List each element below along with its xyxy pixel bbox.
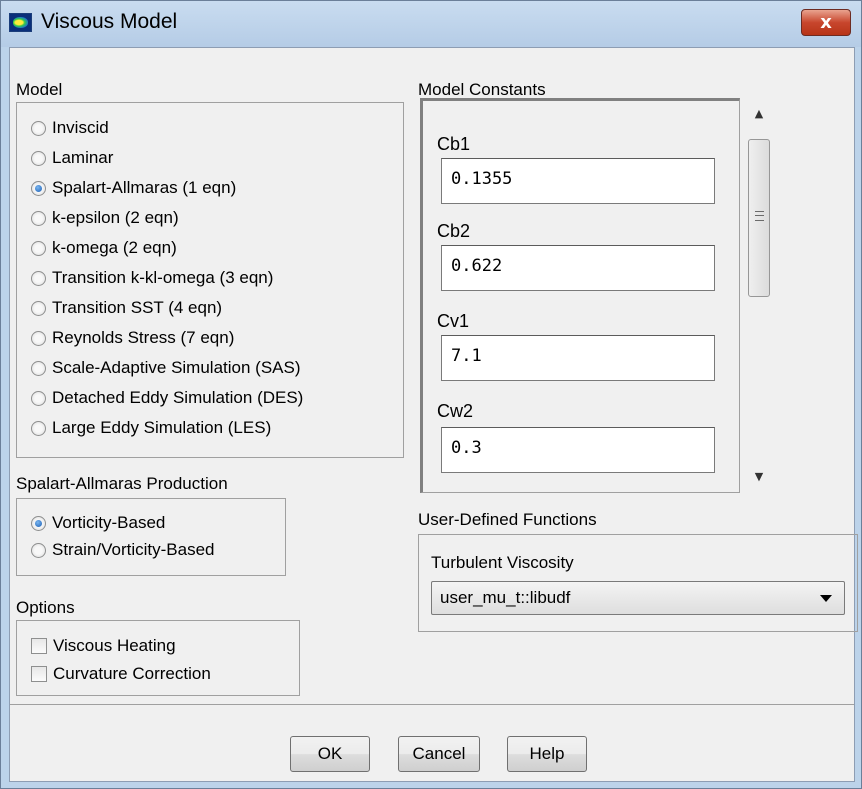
radio-option-strain-vorticity-based[interactable]: Strain/Vorticity-Based [31,539,215,561]
radio-icon[interactable] [31,300,46,316]
constant-label-cb1: Cb1 [437,134,471,154]
radio-label: Strain/Vorticity-Based [52,540,215,559]
production-group-label: Spalart-Allmaras Production [16,474,228,493]
radio-label: Reynolds Stress (7 eqn) [52,328,235,347]
checkbox-label: Curvature Correction [53,664,211,683]
radio-icon[interactable] [31,120,46,136]
window-title: Viscous Model [41,10,178,33]
radio-label: k-omega (2 eqn) [52,238,177,257]
model-constants-label: Model Constants [418,80,546,99]
radio-label: Inviscid [52,118,109,137]
radio-option-detached-eddy-simulation-des[interactable]: Detached Eddy Simulation (DES) [31,387,303,409]
radio-icon[interactable] [31,240,46,256]
help-button[interactable]: Help [507,736,587,772]
checkbox-icon[interactable] [31,638,47,654]
radio-label: Spalart-Allmaras (1 eqn) [52,178,237,197]
options-group-label: Options [16,598,75,617]
radio-label: Transition k-kl-omega (3 eqn) [52,268,274,287]
options-group: Viscous Heating Curvature Correction [16,620,300,696]
radio-option-reynolds-stress-7-eqn[interactable]: Reynolds Stress (7 eqn) [31,327,234,349]
scroll-grip-icon [755,211,764,221]
radio-label: Transition SST (4 eqn) [52,298,223,317]
scroll-up-icon[interactable]: ▲ [744,99,774,129]
radio-label: Detached Eddy Simulation (DES) [52,388,304,407]
close-icon: x [820,12,832,33]
radio-option-inviscid[interactable]: Inviscid [31,117,109,139]
radio-icon[interactable] [31,330,46,346]
model-constants-panel: Cb1 0.1355 Cb2 0.622 Cv1 7.1 Cw2 0.3 [420,98,740,493]
radio-option-vorticity-based[interactable]: Vorticity-Based [31,512,165,534]
radio-icon[interactable] [31,180,46,196]
turbulent-viscosity-value: user_mu_t::libudf [440,588,571,607]
viscous-model-dialog: Viscous Model x Model Inviscid Laminar Spa… [0,0,862,789]
radio-label: Scale-Adaptive Simulation (SAS) [52,358,301,377]
model-group: Inviscid Laminar Spalart-Allmaras (1 eqn) k… [16,102,404,458]
app-icon [9,13,32,32]
scroll-down-icon[interactable]: ▼ [744,462,774,492]
radio-icon[interactable] [31,420,46,436]
scroll-thumb[interactable] [748,139,770,297]
radio-icon[interactable] [31,270,46,286]
constant-input-cv1[interactable]: 7.1 [441,335,715,381]
radio-icon[interactable] [31,515,46,531]
radio-option-scale-adaptive-simulation-sas[interactable]: Scale-Adaptive Simulation (SAS) [31,357,301,379]
udf-group: Turbulent Viscosity user_mu_t::libudf [418,534,858,632]
close-button[interactable]: x [801,9,851,36]
chevron-down-icon [820,595,832,602]
cancel-button[interactable]: Cancel [398,736,480,772]
radio-icon[interactable] [31,210,46,226]
constant-input-cb2[interactable]: 0.622 [441,245,715,291]
radio-label: Laminar [52,148,114,167]
radio-label: k-epsilon (2 eqn) [52,208,179,227]
radio-option-spalart-allmaras-1-eqn[interactable]: Spalart-Allmaras (1 eqn) [31,177,236,199]
title-bar: Viscous Model x [1,1,861,47]
radio-option-k-omega-2-eqn[interactable]: k-omega (2 eqn) [31,237,177,259]
checkbox-icon[interactable] [31,666,47,682]
constant-label-cb2: Cb2 [437,221,471,241]
ok-button[interactable]: OK [290,736,370,772]
radio-option-large-eddy-simulation-les[interactable]: Large Eddy Simulation (LES) [31,417,271,439]
radio-icon[interactable] [31,390,46,406]
turbulent-viscosity-label: Turbulent Viscosity [431,553,574,572]
dialog-body: Model Inviscid Laminar Spalart-Allmaras (1… [9,47,858,782]
constant-label-cv1: Cv1 [437,311,470,331]
radio-option-k-epsilon-2-eqn[interactable]: k-epsilon (2 eqn) [31,207,179,229]
checkbox-option-viscous-heating[interactable]: Viscous Heating [31,635,176,657]
constants-scrollbar[interactable]: ▲ ▼ [744,99,774,492]
separator [10,704,854,705]
constant-input-cb1[interactable]: 0.1355 [441,158,715,204]
constant-input-cw2[interactable]: 0.3 [441,427,715,473]
model-group-label: Model [16,80,63,99]
radio-icon[interactable] [31,542,46,558]
radio-option-laminar[interactable]: Laminar [31,147,113,169]
radio-icon[interactable] [31,360,46,376]
checkbox-option-curvature-correction[interactable]: Curvature Correction [31,663,211,685]
radio-label: Vorticity-Based [52,513,166,532]
radio-icon[interactable] [31,150,46,166]
production-group: Vorticity-Based Strain/Vorticity-Based [16,498,286,576]
turbulent-viscosity-select[interactable]: user_mu_t::libudf [431,581,845,615]
radio-label: Large Eddy Simulation (LES) [52,418,272,437]
constant-label-cw2: Cw2 [437,401,474,421]
udf-group-label: User-Defined Functions [418,510,597,529]
radio-option-transition-k-kl-omega-3-eqn[interactable]: Transition k-kl-omega (3 eqn) [31,267,273,289]
radio-option-transition-sst-4-eqn[interactable]: Transition SST (4 eqn) [31,297,222,319]
checkbox-label: Viscous Heating [53,636,176,655]
